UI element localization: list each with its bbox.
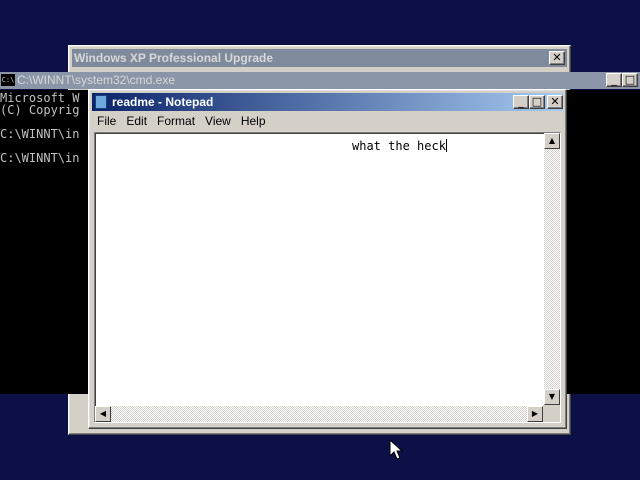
mouse-pointer-icon	[389, 439, 403, 460]
notepad-icon	[95, 95, 107, 109]
menu-format[interactable]: Format	[152, 112, 200, 131]
scroll-left-arrow-icon[interactable]: ◀	[95, 406, 111, 422]
scrollbar-corner	[543, 405, 560, 422]
notepad-title-bar[interactable]: readme - Notepad	[92, 93, 563, 111]
notepad-text-line: what the heck	[352, 139, 447, 153]
scroll-down-arrow-icon[interactable]: ▼	[544, 389, 560, 405]
cmd-title: C:\WINNT\system32\cmd.exe	[17, 73, 176, 87]
upgrade-close-button[interactable]: ✕	[549, 51, 565, 65]
cmd-minimize-button[interactable]: _	[606, 73, 622, 87]
notepad-maximize-button[interactable]: □	[529, 95, 545, 109]
horizontal-scrollbar[interactable]: ◀ ▶	[95, 406, 543, 422]
menu-file[interactable]: File	[92, 112, 121, 131]
notepad-menubar: File Edit Format View Help	[92, 112, 563, 131]
notepad-text: what the heck	[352, 139, 446, 153]
notepad-close-button[interactable]: ✕	[547, 95, 563, 109]
cmd-maximize-button[interactable]: □	[622, 73, 638, 87]
scroll-right-arrow-icon[interactable]: ▶	[527, 406, 543, 422]
notepad-title: readme - Notepad	[112, 95, 214, 109]
vertical-scrollbar[interactable]: ▲ ▼	[544, 133, 560, 405]
cmd-title-bar[interactable]: C:\ C:\WINNT\system32\cmd.exe _ □	[0, 72, 640, 89]
cmd-icon: C:\	[1, 74, 15, 86]
upgrade-title-bar[interactable]: Windows XP Professional Upgrade	[72, 49, 567, 67]
text-caret	[445, 139, 447, 152]
notepad-window: readme - Notepad _ □ ✕ File Edit Format Vie…	[88, 89, 567, 429]
menu-help[interactable]: Help	[236, 112, 271, 131]
notepad-minimize-button[interactable]: _	[513, 95, 529, 109]
notepad-text-area[interactable]: what the heck ▲ ▼ ◀ ▶	[94, 132, 561, 423]
menu-view[interactable]: View	[200, 112, 236, 131]
upgrade-title: Windows XP Professional Upgrade	[74, 51, 274, 65]
scroll-up-arrow-icon[interactable]: ▲	[544, 133, 560, 149]
menu-edit[interactable]: Edit	[121, 112, 152, 131]
